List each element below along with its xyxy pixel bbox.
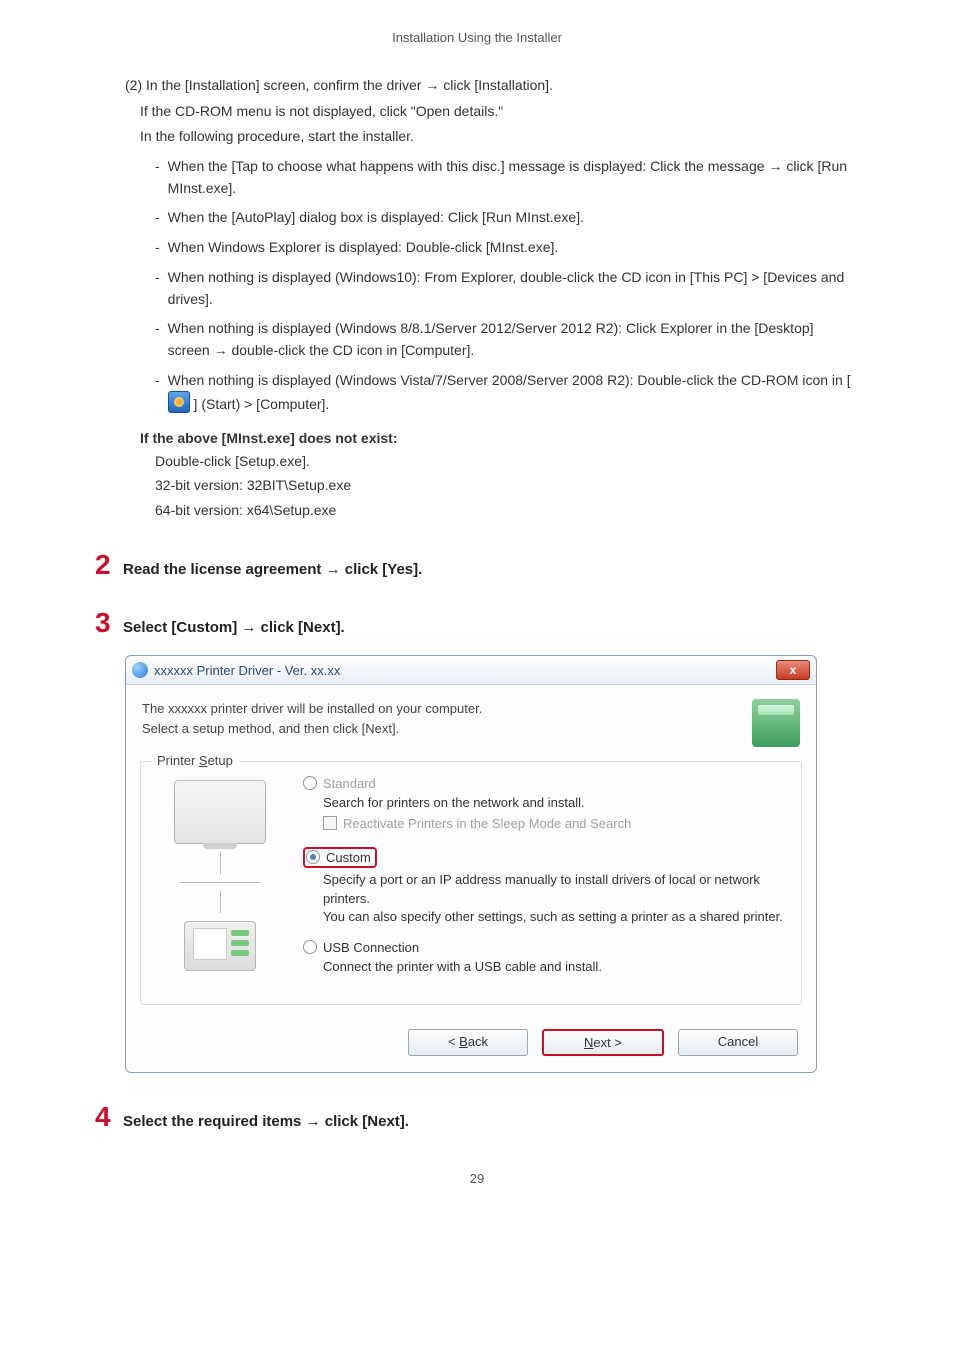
- option-standard[interactable]: Standard Search for printers on the netw…: [303, 776, 787, 833]
- step-number: 3: [95, 609, 123, 637]
- bullet-item: - When Windows Explorer is displayed: Do…: [155, 237, 859, 259]
- app-icon: [132, 662, 148, 678]
- dash-icon: -: [155, 267, 160, 310]
- radio-icon: [306, 850, 320, 864]
- cdrom-menu-note: If the CD-ROM menu is not displayed, cli…: [140, 101, 859, 123]
- step-number: 2: [95, 551, 123, 579]
- text: When the [AutoPlay] dialog box is displa…: [168, 207, 859, 229]
- text: click [Next].: [321, 1113, 409, 1130]
- arrow-icon: →: [306, 1113, 321, 1130]
- page-header: Installation Using the Installer: [95, 30, 859, 45]
- step-2: 2 Read the license agreement → click [Ye…: [95, 551, 859, 579]
- step-3: 3 Select [Custom] → click [Next].: [95, 609, 859, 637]
- bullet-item: - When nothing is displayed (Windows 8/8…: [155, 318, 859, 361]
- note-line: Double-click [Setup.exe].: [155, 450, 859, 472]
- text: click [Yes].: [341, 561, 423, 578]
- setup-diagram: [155, 776, 285, 990]
- text: click [Installation].: [439, 77, 553, 93]
- minst-missing-title: If the above [MInst.exe] does not exist:: [140, 430, 859, 446]
- printer-setup-dialog: xxxxxx Printer Driver - Ver. xx.xx x The…: [125, 655, 817, 1073]
- connector-line: [220, 891, 221, 913]
- option-desc: Connect the printer with a USB cable and…: [323, 958, 787, 976]
- printer-illustration-icon: [752, 699, 800, 747]
- text: When Windows Explorer is displayed: Doub…: [168, 237, 859, 259]
- arrow-icon: →: [425, 77, 439, 93]
- note-line: 32-bit version: 32BIT\Setup.exe: [155, 474, 859, 496]
- checkbox-icon[interactable]: [323, 816, 337, 830]
- close-button[interactable]: x: [776, 660, 810, 680]
- text: ] (Start) > [Computer].: [190, 396, 330, 412]
- dash-icon: -: [155, 156, 160, 199]
- option-usb[interactable]: USB Connection Connect the printer with …: [303, 940, 787, 976]
- radio-icon: [303, 776, 317, 790]
- highlight-box: Custom: [303, 847, 377, 868]
- text: The xxxxxx printer driver will be instal…: [142, 699, 742, 719]
- text: When nothing is displayed (Windows10): F…: [168, 267, 859, 310]
- text: (2) In the [Installation] screen, confir…: [125, 77, 425, 93]
- option-custom[interactable]: Custom Specify a port or an IP address m…: [303, 847, 787, 926]
- cancel-button[interactable]: Cancel: [678, 1029, 798, 1056]
- dash-icon: -: [155, 318, 160, 361]
- text: Select the required items: [123, 1113, 306, 1130]
- step2-2-line1: (2) In the [Installation] screen, confir…: [125, 75, 859, 97]
- page-number: 29: [95, 1171, 859, 1186]
- step-number: 4: [95, 1103, 123, 1131]
- printer-setup-group: Printer Setup Standard Search for printe…: [140, 761, 802, 1005]
- dash-icon: -: [155, 237, 160, 259]
- text: When nothing is displayed (Windows Vista…: [168, 372, 851, 388]
- option-desc: Search for printers on the network and i…: [323, 794, 787, 812]
- arrow-icon: →: [214, 342, 228, 358]
- procedure-intro: In the following procedure, start the in…: [140, 126, 859, 148]
- bullet-item: - When nothing is displayed (Windows Vis…: [155, 370, 859, 416]
- next-button[interactable]: Next >: [542, 1029, 664, 1056]
- connector-line: [180, 882, 260, 883]
- checkbox-label: Reactivate Printers in the Sleep Mode an…: [343, 816, 631, 831]
- step-4: 4 Select the required items → click [Nex…: [95, 1103, 859, 1131]
- dialog-titlebar[interactable]: xxxxxx Printer Driver - Ver. xx.xx x: [126, 656, 816, 685]
- note-line: 64-bit version: x64\Setup.exe: [155, 499, 859, 521]
- back-button[interactable]: < Back: [408, 1029, 528, 1056]
- monitor-icon: [174, 780, 266, 844]
- arrow-icon: →: [326, 561, 341, 578]
- printer-icon: [184, 921, 256, 971]
- text: Read the license agreement: [123, 561, 326, 578]
- option-label: Standard: [323, 776, 376, 791]
- dash-icon: -: [155, 370, 160, 416]
- text: Printer Setup: [157, 753, 233, 768]
- text: When the [Tap to choose what happens wit…: [168, 158, 769, 174]
- text: double-click the CD icon in [Computer].: [228, 342, 475, 358]
- dash-icon: -: [155, 207, 160, 229]
- group-label: Printer Setup: [151, 753, 239, 768]
- dialog-title: xxxxxx Printer Driver - Ver. xx.xx: [154, 663, 340, 678]
- bullet-item: - When nothing is displayed (Windows10):…: [155, 267, 859, 310]
- windows-start-icon: [168, 391, 190, 413]
- option-desc: Specify a port or an IP address manually…: [323, 871, 787, 926]
- bullet-item: - When the [AutoPlay] dialog box is disp…: [155, 207, 859, 229]
- radio-icon: [303, 940, 317, 954]
- bullet-item: - When the [Tap to choose what happens w…: [155, 156, 859, 199]
- text: Select a setup method, and then click [N…: [142, 719, 742, 739]
- arrow-icon: →: [768, 158, 782, 174]
- connector-line: [220, 852, 221, 874]
- option-label: Custom: [326, 850, 371, 865]
- text: Select [Custom]: [123, 619, 241, 636]
- option-label: USB Connection: [323, 940, 419, 955]
- dialog-header-text: The xxxxxx printer driver will be instal…: [142, 699, 742, 747]
- text: click [Next].: [256, 619, 344, 636]
- arrow-icon: →: [241, 619, 256, 636]
